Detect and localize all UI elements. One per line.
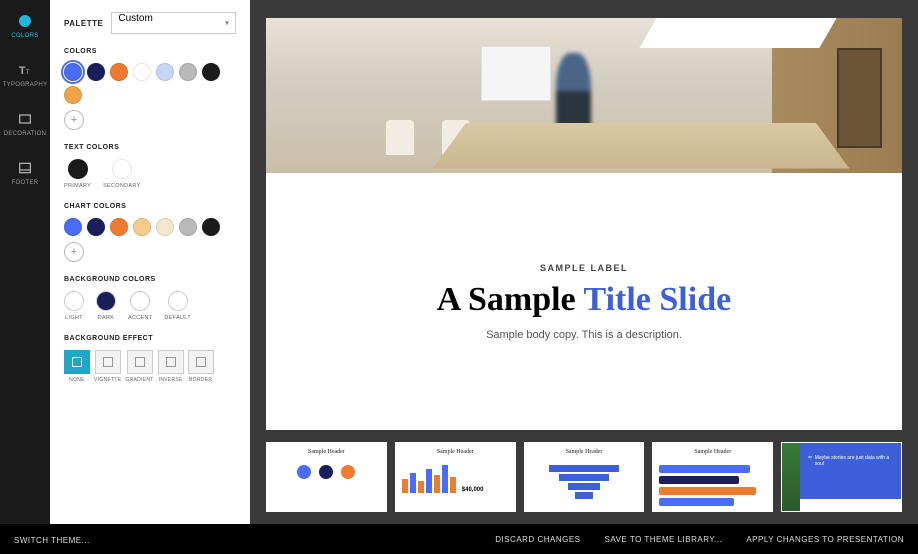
typography-icon: TT: [16, 61, 34, 79]
thumb-funnel[interactable]: Sample Header: [524, 442, 645, 512]
chart-swatch[interactable]: [202, 218, 220, 236]
add-color-button[interactable]: +: [64, 110, 84, 130]
hero-image: [266, 18, 902, 173]
bg-effect-title: BACKGROUND EFFECT: [64, 335, 236, 342]
thumbnails: Sample Header Sample Header: [266, 442, 902, 512]
chart-swatch[interactable]: [179, 218, 197, 236]
chart-swatch[interactable]: [133, 218, 151, 236]
effect-vignette[interactable]: VIGNETTE: [94, 350, 121, 383]
slide-label: SAMPLE LABEL: [540, 263, 628, 273]
color-swatch[interactable]: [64, 86, 82, 104]
slide-body-text: Sample body copy. This is a description.: [486, 329, 682, 341]
slide-preview[interactable]: SAMPLE LABEL A Sample Title Slide Sample…: [266, 18, 902, 430]
discard-changes-button[interactable]: DISCARD CHANGES: [495, 535, 580, 544]
chart-swatch[interactable]: [64, 218, 82, 236]
effect-inverse[interactable]: INVERSE: [158, 350, 184, 383]
nav-footer[interactable]: FOOTER: [8, 155, 43, 190]
chart-swatch[interactable]: [110, 218, 128, 236]
nav-colors[interactable]: COLORS: [7, 8, 42, 43]
apply-changes-button[interactable]: APPLY CHANGES TO PRESENTATION: [746, 535, 904, 544]
color-swatches: [64, 63, 236, 104]
bg-default[interactable]: [168, 291, 188, 311]
chart-swatch[interactable]: [156, 218, 174, 236]
thumb-icons[interactable]: Sample Header: [266, 442, 387, 512]
color-swatch[interactable]: [202, 63, 220, 81]
sidebar-nav: COLORS TT TYPOGRAPHY DECORATION FOOTER: [0, 0, 50, 524]
effect-gradient[interactable]: GRADIENT: [125, 350, 153, 383]
palette-select[interactable]: Custom: [111, 12, 236, 34]
effect-border[interactable]: BORDER: [188, 350, 214, 383]
nav-decoration[interactable]: DECORATION: [0, 106, 50, 141]
palette-label: PALETTE: [64, 19, 103, 28]
thumb-bars[interactable]: Sample Header $40,000: [395, 442, 516, 512]
slide-title: A Sample Title Slide: [437, 281, 731, 319]
color-swatch[interactable]: [87, 63, 105, 81]
theme-panel: PALETTE Custom COLORS + TEXT COLORS: [50, 0, 250, 524]
switch-theme-button[interactable]: SWITCH THEME...: [14, 536, 90, 545]
text-colors-title: TEXT COLORS: [64, 144, 236, 151]
colors-title: COLORS: [64, 48, 236, 55]
svg-text:T: T: [19, 65, 26, 77]
chart-color-swatches: [64, 218, 236, 236]
color-swatch[interactable]: [110, 63, 128, 81]
bg-accent[interactable]: [130, 291, 150, 311]
color-swatch[interactable]: [133, 63, 151, 81]
save-to-library-button[interactable]: SAVE TO THEME LIBRARY...: [605, 535, 723, 544]
thumb-quote[interactable]: "Maybe stories are just data with a soul: [781, 442, 902, 512]
bg-dark[interactable]: [96, 291, 116, 311]
decoration-icon: [16, 110, 34, 128]
slide-body: SAMPLE LABEL A Sample Title Slide Sample…: [266, 173, 902, 430]
bg-light[interactable]: [64, 291, 84, 311]
color-swatch[interactable]: [179, 63, 197, 81]
effect-none[interactable]: NONE: [64, 350, 90, 383]
thumb-rows[interactable]: Sample Header: [652, 442, 773, 512]
add-chart-color-button[interactable]: +: [64, 242, 84, 262]
chart-colors-title: CHART COLORS: [64, 203, 236, 210]
bg-colors-title: BACKGROUND COLORS: [64, 276, 236, 283]
chart-swatch[interactable]: [87, 218, 105, 236]
canvas-area: SAMPLE LABEL A Sample Title Slide Sample…: [250, 0, 918, 524]
palette-icon: [16, 12, 34, 30]
nav-typography[interactable]: TT TYPOGRAPHY: [0, 57, 51, 92]
color-swatch[interactable]: [64, 63, 82, 81]
text-color-secondary[interactable]: [112, 159, 132, 179]
color-swatch[interactable]: [156, 63, 174, 81]
footer-bar: SWITCH THEME... DISCARD CHANGES SAVE TO …: [0, 524, 918, 554]
svg-text:T: T: [26, 69, 30, 76]
text-color-primary[interactable]: [68, 159, 88, 179]
footer-icon: [16, 159, 34, 177]
